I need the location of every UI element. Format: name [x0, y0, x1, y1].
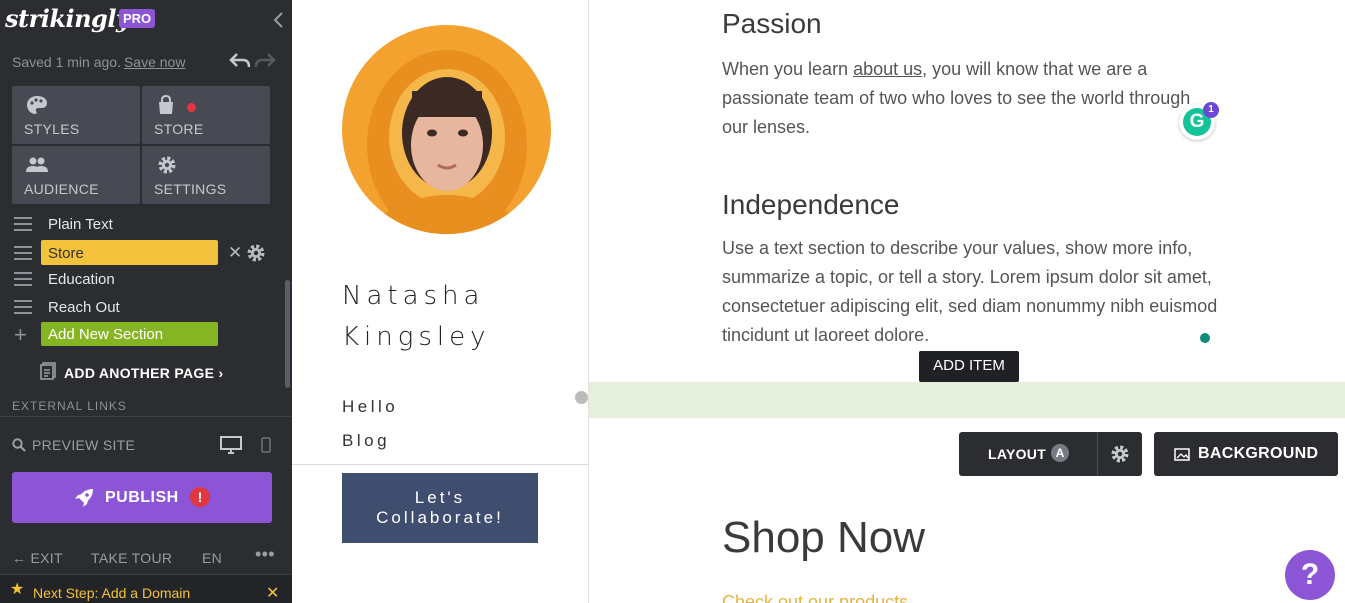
- strikingly-logo: strikingly: [5, 4, 130, 33]
- profile-column: Natasha Kingsley Hello Blog Let's Collab…: [292, 0, 589, 603]
- name-line-first: Natasha: [342, 281, 485, 311]
- status-dot: [1200, 333, 1210, 343]
- drag-handle-icon[interactable]: [14, 246, 32, 260]
- passion-paragraph[interactable]: When you learn about us, you will know t…: [722, 55, 1192, 142]
- section-name: Plain Text: [48, 216, 113, 233]
- passion-heading[interactable]: Passion: [722, 8, 822, 40]
- lets-collaborate-button[interactable]: Let's Collaborate!: [342, 473, 538, 543]
- background-button[interactable]: BACKGROUND: [1154, 432, 1338, 476]
- pro-badge: PRO: [119, 9, 156, 28]
- delete-section-icon[interactable]: ✕: [228, 243, 242, 263]
- people-icon: [26, 157, 48, 172]
- store-label: STORE: [154, 121, 204, 137]
- section-settings-gear-icon[interactable]: [246, 243, 266, 263]
- styles-label: STYLES: [24, 121, 80, 137]
- more-options-icon[interactable]: •••: [255, 544, 275, 565]
- desktop-icon[interactable]: [220, 436, 242, 454]
- save-now-link[interactable]: Save now: [124, 54, 185, 70]
- section-gear-icon[interactable]: [1110, 444, 1130, 464]
- drag-handle-icon[interactable]: [14, 300, 32, 314]
- column-resize-handle[interactable]: [575, 391, 588, 404]
- take-tour-button[interactable]: TAKE TOUR: [91, 550, 172, 566]
- sidebar-scrollbar[interactable]: [285, 280, 290, 388]
- section-name: Reach Out: [48, 299, 120, 316]
- nav-link-hello[interactable]: Hello: [342, 397, 398, 417]
- section-item[interactable]: Education: [0, 266, 285, 292]
- add-section-label: Add New Section: [48, 326, 164, 343]
- save-status: Saved 1 min ago. Save now: [12, 54, 185, 70]
- preview-site-button[interactable]: PREVIEW SITE: [12, 437, 135, 453]
- sidebar-header: strikingly PRO: [0, 0, 292, 42]
- audience-tile[interactable]: AUDIENCE: [12, 146, 140, 204]
- editor-sidebar: strikingly PRO Saved 1 min ago. Save now …: [0, 0, 292, 603]
- pages-icon: [40, 362, 56, 380]
- mobile-icon[interactable]: [261, 437, 271, 453]
- palette-icon: [27, 96, 47, 114]
- undo-icon[interactable]: [229, 52, 251, 70]
- section-item[interactable]: Plain Text: [0, 211, 285, 237]
- nav-divider: [292, 464, 588, 465]
- saved-text: Saved 1 min ago.: [12, 54, 121, 70]
- store-tile[interactable]: STORE: [142, 86, 270, 144]
- section-item[interactable]: Reach Out: [0, 294, 285, 320]
- shop-subheading[interactable]: Check out our products: [722, 592, 908, 603]
- settings-label: SETTINGS: [154, 181, 227, 197]
- button-divider: [1097, 432, 1098, 476]
- about-us-link[interactable]: about us: [853, 59, 922, 79]
- layout-label: LAYOUT: [988, 446, 1047, 462]
- section-item-selected[interactable]: Store ✕: [0, 240, 285, 266]
- audience-label: AUDIENCE: [24, 181, 99, 197]
- add-new-section-button[interactable]: + Add New Section: [0, 322, 285, 348]
- drag-handle-icon[interactable]: [14, 217, 32, 231]
- next-step-text: Next Step: Add a Domain: [33, 585, 191, 601]
- grammarly-widget[interactable]: G 1: [1179, 102, 1219, 140]
- person-name: Natasha Kingsley: [342, 276, 491, 358]
- image-icon: [1174, 448, 1190, 461]
- section-divider-band: [589, 382, 1345, 418]
- publish-alert-icon: !: [190, 487, 210, 507]
- background-label: BACKGROUND: [1198, 445, 1319, 462]
- layout-button[interactable]: LAYOUT A: [959, 432, 1142, 476]
- external-links-heading[interactable]: EXTERNAL LINKS: [12, 399, 127, 413]
- plus-icon: +: [14, 322, 27, 347]
- profile-photo[interactable]: [342, 25, 551, 234]
- styles-tile[interactable]: STYLES: [12, 86, 140, 144]
- rocket-icon: [75, 489, 93, 507]
- publish-button[interactable]: PUBLISH !: [12, 472, 272, 523]
- store-notification-dot: [187, 103, 196, 112]
- grammarly-count-badge: 1: [1203, 102, 1219, 118]
- collapse-sidebar-icon[interactable]: [268, 9, 290, 31]
- layout-variant-badge: A: [1051, 444, 1069, 462]
- help-button[interactable]: ?: [1285, 550, 1335, 600]
- shop-now-heading[interactable]: Shop Now: [722, 513, 925, 563]
- exit-button[interactable]: ← EXIT: [12, 550, 63, 566]
- add-page-label: ADD ANOTHER PAGE ›: [64, 365, 224, 381]
- redo-icon[interactable]: [254, 52, 276, 70]
- close-banner-icon[interactable]: ✕: [266, 583, 279, 603]
- name-line-last: Kingsley: [342, 322, 491, 352]
- publish-label: PUBLISH: [105, 489, 179, 506]
- cta-line-1: Let's: [414, 488, 466, 507]
- star-icon: ★: [10, 581, 25, 598]
- language-button[interactable]: EN: [202, 550, 222, 566]
- main-content: Passion When you learn about us, you wil…: [589, 0, 1345, 603]
- gear-icon: [158, 156, 176, 174]
- section-name: Store: [48, 245, 84, 262]
- settings-tile[interactable]: SETTINGS: [142, 146, 270, 204]
- add-item-button[interactable]: ADD ITEM: [919, 351, 1019, 382]
- drag-handle-icon[interactable]: [14, 272, 32, 286]
- nav-link-blog[interactable]: Blog: [342, 431, 390, 451]
- shopping-bag-icon: [159, 95, 173, 114]
- search-icon: [12, 438, 26, 452]
- section-name: Education: [48, 271, 115, 288]
- next-step-banner[interactable]: ★ Next Step: Add a Domain ✕: [0, 574, 292, 603]
- cta-line-2: Collaborate!: [376, 508, 504, 527]
- independence-heading[interactable]: Independence: [722, 189, 900, 221]
- independence-paragraph[interactable]: Use a text section to describe your valu…: [722, 234, 1222, 350]
